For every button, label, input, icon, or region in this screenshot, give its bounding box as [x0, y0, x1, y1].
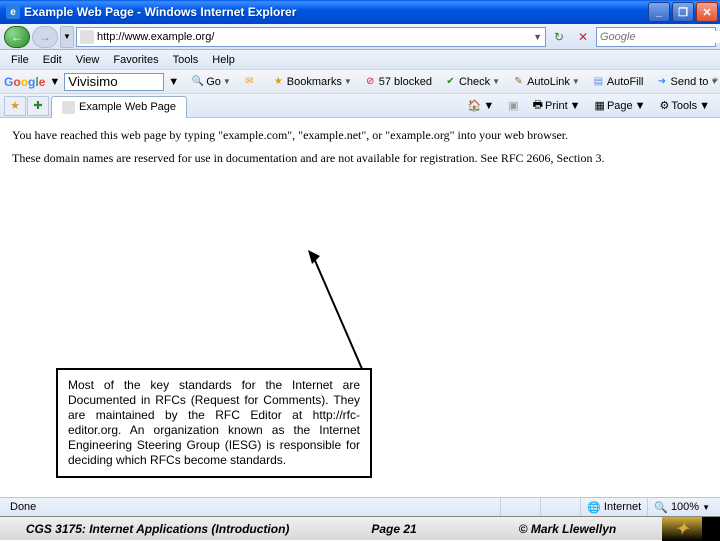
gear-icon: ⚙	[660, 99, 670, 112]
status-empty2	[540, 498, 580, 516]
page-button[interactable]: ▦Page▼	[589, 93, 652, 118]
menu-tools[interactable]: Tools	[166, 52, 206, 68]
ie-icon: e	[6, 5, 20, 19]
security-zone[interactable]: 🌐Internet	[580, 498, 647, 516]
autolink-icon: ✎	[512, 75, 525, 88]
window-titlebar: e Example Web Page - Windows Internet Ex…	[0, 0, 720, 24]
footer-author: © Mark Llewellyn	[473, 522, 662, 536]
google-search-dropdown[interactable]: ▼	[168, 76, 179, 88]
menu-bar: File Edit View Favorites Tools Help	[0, 50, 720, 70]
menu-favorites[interactable]: Favorites	[106, 52, 165, 68]
google-menu-dropdown[interactable]: ▼	[49, 76, 60, 88]
maximize-button[interactable]: ❐	[672, 2, 694, 22]
url-input[interactable]	[97, 31, 530, 43]
tab-row: ★ ✚ Example Web Page 🏠▼ ▣ 🖶Print▼ ▦Page▼…	[0, 94, 720, 118]
slide-footer: CGS 3175: Internet Applications (Introdu…	[0, 516, 720, 540]
nav-history-dropdown[interactable]: ▼	[60, 26, 74, 48]
tab-label: Example Web Page	[79, 101, 176, 113]
refresh-button[interactable]: ↻	[548, 27, 570, 47]
page-text-line2: These domain names are reserved for use …	[12, 151, 708, 166]
footer-page: Page 21	[315, 522, 473, 536]
status-empty1	[500, 498, 540, 516]
toolbar-overflow[interactable]: »	[713, 74, 718, 84]
new-icon: ✉	[243, 75, 256, 88]
menu-view[interactable]: View	[69, 52, 107, 68]
autolink-button[interactable]: ✎AutoLink▼	[508, 73, 584, 90]
tools-button[interactable]: ⚙Tools▼	[654, 93, 716, 118]
google-logo: Google	[4, 75, 45, 89]
menu-file[interactable]: File	[4, 52, 36, 68]
window-title: Example Web Page - Windows Internet Expl…	[24, 5, 648, 19]
sendto-button[interactable]: ➜Send to▼	[652, 73, 720, 90]
address-bar[interactable]: ▼	[76, 27, 546, 47]
forward-button[interactable]: →	[32, 26, 58, 48]
footer-course: CGS 3175: Internet Applications (Introdu…	[0, 522, 315, 536]
zoom-icon: 🔍	[654, 501, 668, 514]
feeds-button[interactable]: ▣	[502, 93, 524, 118]
close-button[interactable]: ✕	[696, 2, 718, 22]
check-button[interactable]: ✔Check▼	[440, 73, 504, 90]
menu-edit[interactable]: Edit	[36, 52, 69, 68]
favorites-center-button[interactable]: ★	[4, 96, 26, 116]
autofill-button[interactable]: ▤AutoFill	[588, 73, 648, 90]
page-icon: ▦	[595, 99, 605, 112]
google-toolbar: Google ▼ ▼ 🔍Go▼ ✉ ★Bookmarks▼ ⊘57 blocke…	[0, 70, 720, 94]
print-icon: 🖶	[533, 96, 543, 115]
rss-icon: ▣	[508, 99, 518, 112]
check-icon: ✔	[444, 75, 457, 88]
search-input[interactable]	[600, 31, 720, 43]
callout-text: Most of the key standards for the Intern…	[68, 378, 360, 467]
star-icon: ★	[272, 75, 285, 88]
home-icon: 🏠	[468, 99, 482, 112]
address-bar-row: ← → ▼ ▼ ↻ ✕ 🔍	[0, 24, 720, 50]
stop-button[interactable]: ✕	[572, 27, 594, 47]
print-button[interactable]: 🖶Print▼	[527, 93, 587, 118]
new-button[interactable]: ✉	[239, 73, 260, 90]
home-button[interactable]: 🏠▼	[462, 93, 501, 118]
tab-favicon-icon	[62, 101, 75, 114]
blocked-icon: ⊘	[364, 75, 377, 88]
page-favicon-icon	[80, 30, 94, 44]
autofill-icon: ▤	[592, 75, 605, 88]
ucf-logo: ✦	[662, 517, 702, 541]
add-favorite-button[interactable]: ✚	[27, 96, 49, 116]
bookmarks-button[interactable]: ★Bookmarks▼	[268, 73, 356, 90]
callout-box: Most of the key standards for the Intern…	[56, 368, 372, 478]
send-icon: ➜	[656, 75, 669, 88]
google-search-input[interactable]	[64, 73, 164, 91]
footer-endcap	[702, 517, 720, 541]
menu-help[interactable]: Help	[205, 52, 242, 68]
callout-arrow	[308, 250, 398, 378]
go-button[interactable]: 🔍Go▼	[187, 73, 235, 90]
back-button[interactable]: ←	[4, 26, 30, 48]
popup-blocked-button[interactable]: ⊘57 blocked	[360, 73, 436, 90]
url-dropdown-icon[interactable]: ▼	[533, 32, 542, 42]
globe-icon: 🌐	[587, 501, 601, 514]
page-content: You have reached this web page by typing…	[0, 118, 720, 538]
status-text: Done	[4, 498, 500, 516]
zoom-control[interactable]: 🔍100%▼	[647, 498, 716, 516]
search-box[interactable]: 🔍	[596, 27, 716, 47]
go-icon: 🔍	[191, 75, 204, 88]
minimize-button[interactable]: _	[648, 2, 670, 22]
tab-active[interactable]: Example Web Page	[51, 96, 187, 118]
status-bar: Done 🌐Internet 🔍100%▼	[0, 497, 720, 516]
page-text-line1: You have reached this web page by typing…	[12, 128, 708, 143]
